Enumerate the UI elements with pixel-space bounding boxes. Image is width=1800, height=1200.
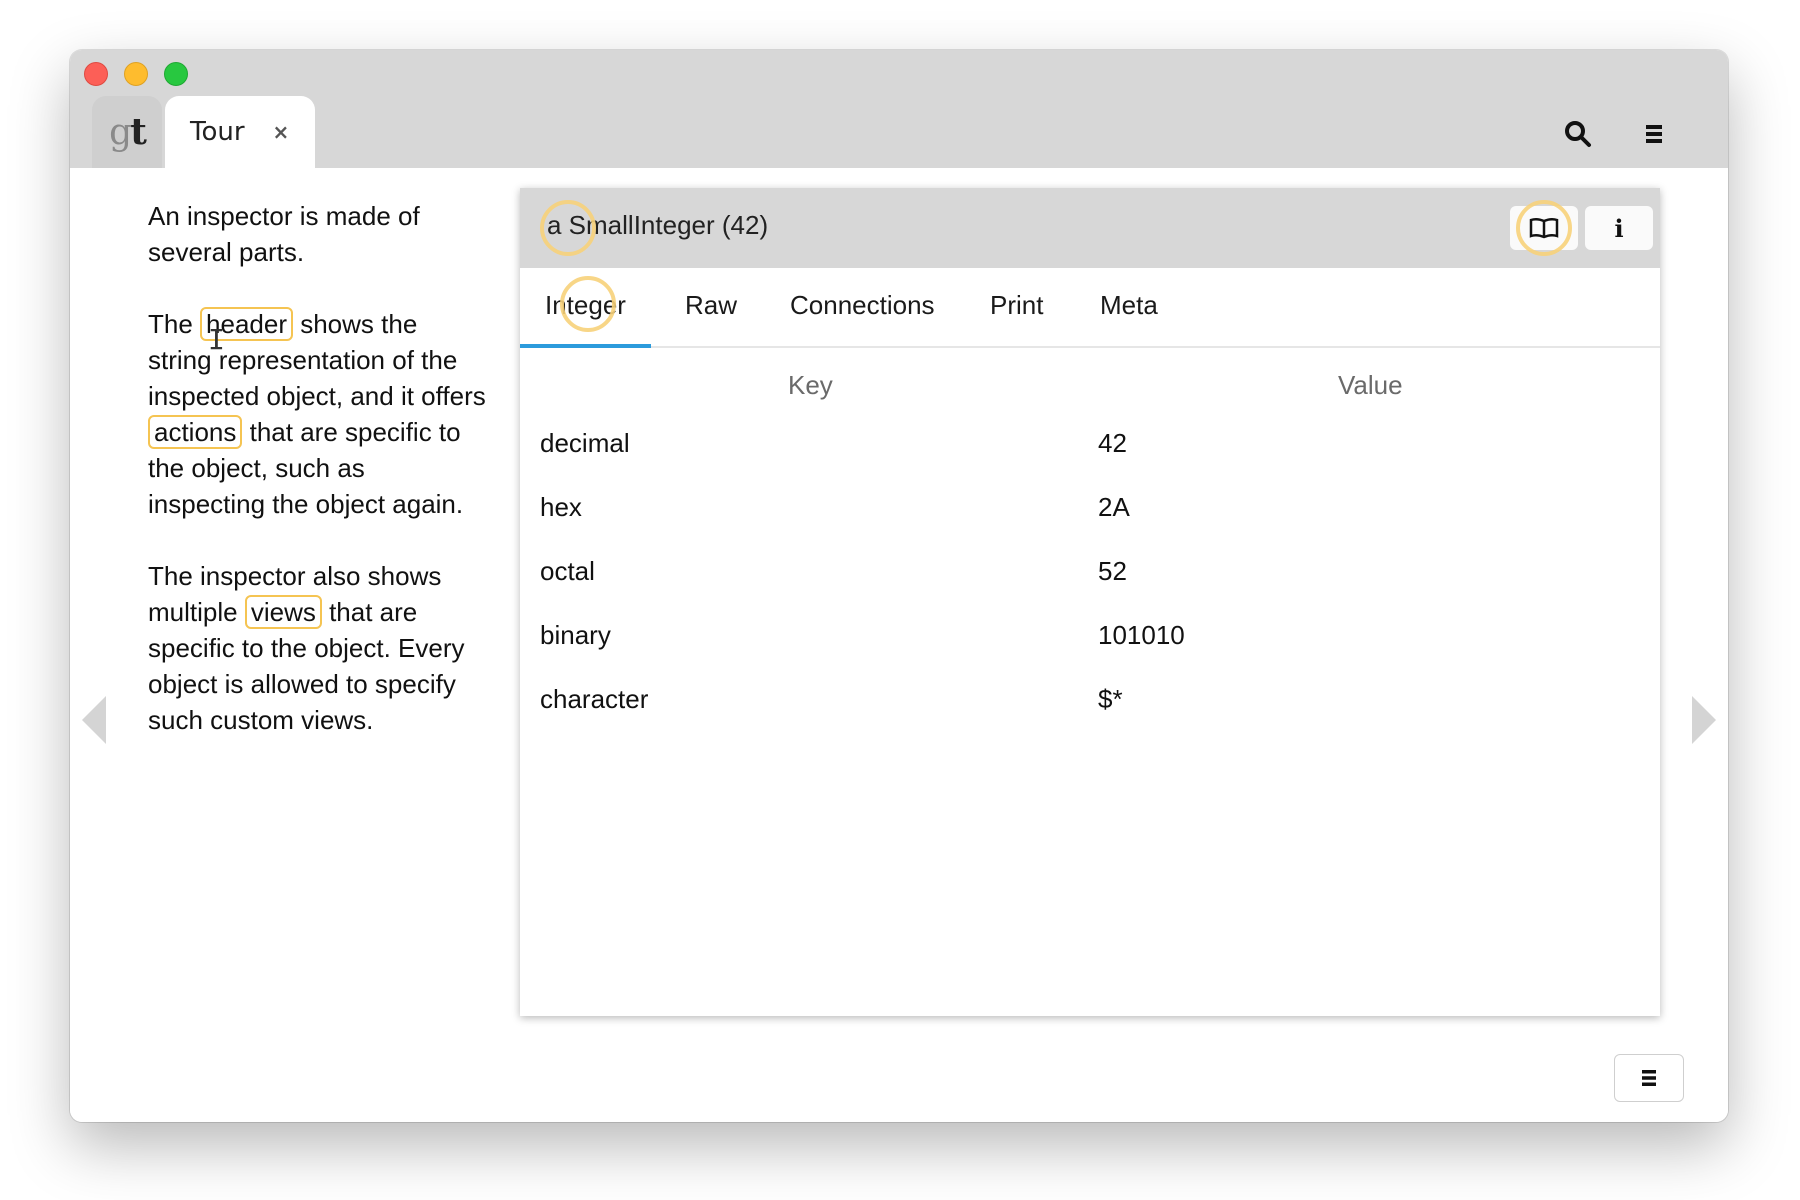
search-icon[interactable] [1560, 116, 1596, 152]
description-paragraph-1: An inspector is made of several parts. [148, 201, 420, 267]
table-row[interactable]: binary 101010 [520, 606, 1660, 670]
minimize-window-button[interactable] [124, 62, 148, 86]
table-row[interactable]: decimal 42 [520, 414, 1660, 478]
logo-g: g [109, 111, 132, 153]
row-key: character [540, 684, 649, 714]
row-value: $* [1098, 684, 1123, 714]
previous-page-arrow-icon[interactable] [82, 696, 106, 744]
row-value: 52 [1098, 556, 1127, 586]
book-icon [1529, 217, 1559, 239]
tab-print[interactable]: Print [990, 290, 1043, 321]
logo-t: t [130, 111, 147, 153]
text-fragment: The [148, 309, 201, 339]
inspector-title: a SmallInteger (42) [547, 210, 769, 240]
info-button[interactable]: i [1585, 206, 1653, 250]
table-row[interactable]: octal 52 [520, 542, 1660, 606]
app-window: gt Tour × An inspector is made of severa… [70, 50, 1728, 1122]
description-text: An inspector is made of several parts. T… [148, 198, 488, 774]
book-button[interactable] [1510, 206, 1578, 250]
hamburger-menu-icon [1642, 1070, 1656, 1086]
inspector-panel: a SmallInteger (42) i Integer Raw Connec… [520, 188, 1660, 1016]
row-key: decimal [540, 428, 630, 458]
tour-content: An inspector is made of several parts. T… [70, 168, 1728, 1122]
tab-close-icon[interactable]: × [273, 120, 290, 144]
row-value: 42 [1098, 428, 1127, 458]
description-paragraph-2: The header shows the string representati… [148, 306, 488, 522]
row-key: octal [540, 556, 595, 586]
table-row[interactable]: character $* [520, 670, 1660, 734]
inspector-header: a SmallInteger (42) i [520, 188, 1660, 268]
close-window-button[interactable] [84, 62, 108, 86]
maximize-window-button[interactable] [164, 62, 188, 86]
bottom-menu-button[interactable] [1614, 1054, 1684, 1102]
view-tabs: Integer Raw Connections Print Meta [520, 268, 1660, 348]
tab-connections[interactable]: Connections [790, 290, 935, 321]
table-row[interactable]: hex 2A [520, 478, 1660, 542]
title-bar: gt Tour × [70, 50, 1728, 168]
actions-highlight[interactable]: actions [148, 415, 243, 449]
views-highlight[interactable]: views [244, 595, 322, 629]
tab-raw[interactable]: Raw [685, 290, 737, 321]
row-value: 101010 [1098, 620, 1185, 650]
column-header-key[interactable]: Key [788, 370, 833, 401]
tab-tour[interactable]: Tour × [165, 96, 315, 168]
tab-meta[interactable]: Meta [1100, 290, 1158, 321]
text-cursor-icon: I [208, 323, 225, 356]
column-header-value[interactable]: Value [1338, 370, 1403, 401]
tab-integer[interactable]: Integer [520, 290, 651, 348]
description-paragraph-3: The inspector also shows multiple views … [148, 558, 488, 738]
tab-label: Tour [190, 117, 245, 147]
next-page-arrow-icon[interactable] [1692, 696, 1716, 744]
hamburger-menu-icon[interactable] [1636, 116, 1672, 152]
row-value: 2A [1098, 492, 1130, 522]
gt-logo-tab[interactable]: gt [92, 96, 162, 168]
row-key: hex [540, 492, 582, 522]
row-key: binary [540, 620, 611, 650]
